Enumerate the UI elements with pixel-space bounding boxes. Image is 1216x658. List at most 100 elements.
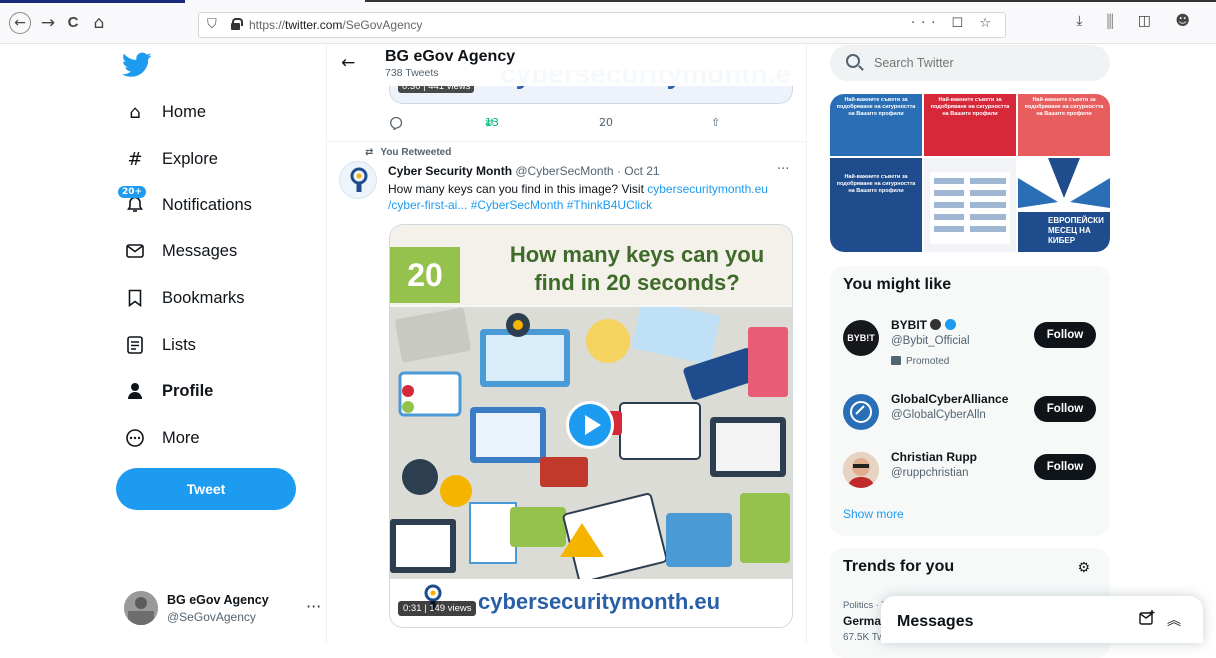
keyhole-logo-icon bbox=[350, 167, 368, 192]
sidebar-item-label: Profile bbox=[162, 381, 214, 400]
sidebar-item-profile[interactable]: Profile bbox=[124, 374, 213, 408]
search-icon bbox=[846, 54, 860, 68]
infographic-image bbox=[930, 172, 1010, 244]
url-text[interactable]: https://twitter.com/SeGovAgency bbox=[249, 18, 422, 32]
person-shape-icon bbox=[128, 383, 142, 399]
sidebar-item-notifications[interactable]: 20+ Notifications bbox=[118, 186, 252, 222]
tweet-author[interactable]: Cyber Security Month bbox=[388, 164, 512, 178]
sidebar-item-explore[interactable]: # Explore bbox=[124, 142, 218, 176]
video-brand: cybersecuritymonth.eu bbox=[478, 589, 721, 614]
promoted-label: Promoted bbox=[891, 356, 949, 367]
follow-suggestion[interactable]: Christian Rupp @ruppchristian Follow bbox=[843, 448, 1098, 500]
sidebar-item-label: Messages bbox=[162, 241, 238, 260]
page-actions-icon[interactable]: ··· ☐ ☆ bbox=[911, 16, 997, 31]
gear-icon[interactable]: ⚙ bbox=[1077, 560, 1090, 576]
shield-icon[interactable]: ⛉ bbox=[207, 17, 217, 32]
address-bar[interactable]: ⛉ https://twitter.com/SeGovAgency ··· ☐ … bbox=[198, 12, 1006, 38]
retweet-label: ⇄ You Retweeted bbox=[365, 147, 452, 158]
video-banner: 20 How many keys can you find in 20 seco… bbox=[390, 225, 792, 305]
user-name: GlobalCyberAlliance bbox=[891, 392, 1009, 406]
gallery-thumb[interactable]: Най-важните съвети за подобряване на сиг… bbox=[830, 94, 922, 156]
follow-button[interactable]: Follow bbox=[1034, 396, 1096, 422]
tweet-handle[interactable]: @CyberSecMonth · Oct 21 bbox=[515, 164, 659, 178]
account-name: BG eGov Agency bbox=[167, 593, 269, 607]
new-message-icon[interactable] bbox=[1139, 610, 1155, 630]
user-handle: @GlobalCyberAlln bbox=[891, 409, 986, 421]
who-to-follow: You might like BYB!T BYBIT @Bybit_Offici… bbox=[830, 266, 1110, 536]
messages-drawer[interactable]: Messages ︽ bbox=[881, 596, 1203, 643]
sidebar-item-home[interactable]: ⌂ Home bbox=[124, 95, 206, 129]
retweet-count: 13 bbox=[485, 116, 499, 129]
forward-icon[interactable]: → bbox=[37, 13, 59, 33]
gallery-thumb[interactable]: Най-важните съвети за подобряване на сиг… bbox=[830, 158, 922, 252]
follow-button[interactable]: Follow bbox=[1034, 454, 1096, 480]
follow-suggestion[interactable]: BYB!T BYBIT @Bybit_Official Promoted Fol… bbox=[843, 316, 1098, 368]
tab-indicator bbox=[365, 0, 1216, 2]
lock-icon[interactable] bbox=[231, 18, 243, 30]
sidebar-item-bookmarks[interactable]: Bookmarks bbox=[124, 281, 245, 315]
sidebar-item-label: Lists bbox=[162, 335, 196, 354]
sidebar: ⌂ Home # Explore 20+ Notifications Messages… bbox=[110, 44, 321, 643]
back-icon[interactable]: ← bbox=[9, 12, 31, 34]
home-icon: ⌂ bbox=[129, 101, 141, 123]
divider bbox=[327, 141, 806, 142]
section-title: You might like bbox=[843, 276, 952, 293]
timeline: ← BG eGov Agency 738 Tweets cybersecurit… bbox=[326, 44, 807, 643]
bell-icon: 20+ bbox=[118, 186, 147, 216]
sidebar-item-messages[interactable]: Messages bbox=[124, 234, 237, 268]
follow-suggestion[interactable]: GlobalCyberAlliance @GlobalCyberAlln Fol… bbox=[843, 390, 1098, 442]
sidebar-item-label: Notifications bbox=[162, 195, 252, 214]
gallery-thumb[interactable]: Най-важните съвети за подобряване на сиг… bbox=[924, 94, 1016, 156]
bell-shape-icon bbox=[126, 196, 144, 212]
account-more-icon[interactable]: ··· bbox=[306, 597, 321, 616]
tweet-text: How many keys can you find in this image… bbox=[388, 182, 768, 212]
chevron-up-icon[interactable]: ︽ bbox=[1167, 610, 1181, 630]
avatar bbox=[124, 591, 158, 625]
envelope-icon bbox=[124, 240, 146, 262]
tweet-more-icon[interactable]: ··· bbox=[777, 162, 789, 177]
trend-name[interactable]: Germai bbox=[843, 614, 884, 628]
poster-text: ЕВРОПЕЙСКИ МЕСЕЦ НА КИБЕР bbox=[1048, 216, 1104, 245]
avatar[interactable] bbox=[339, 161, 377, 199]
search-box[interactable] bbox=[830, 45, 1110, 81]
user-handle: @Bybit_Official bbox=[891, 335, 970, 347]
sidebar-item-label: More bbox=[162, 428, 200, 447]
tweet-video[interactable]: 20 How many keys can you find in 20 seco… bbox=[389, 224, 793, 628]
show-more-link[interactable]: Show more bbox=[843, 507, 904, 521]
person-icon bbox=[124, 380, 146, 402]
gallery-thumb[interactable] bbox=[924, 158, 1016, 252]
reload-icon[interactable]: C bbox=[62, 13, 84, 33]
gallery-thumb[interactable]: ЕВРОПЕЙСКИ МЕСЕЦ НА КИБЕР bbox=[1018, 158, 1110, 252]
section-title: Trends for you bbox=[843, 558, 955, 575]
notification-badge: 20+ bbox=[118, 186, 147, 198]
user-handle: @ruppchristian bbox=[891, 467, 969, 479]
right-sidebar: Най-важните съвети за подобряване на сиг… bbox=[830, 44, 1110, 658]
share-icon[interactable]: ⇧ bbox=[711, 116, 720, 129]
home-icon[interactable]: ⌂ bbox=[88, 13, 110, 33]
tweet-hashtags[interactable]: #CyberSecMonth #ThinkB4UClick bbox=[471, 198, 652, 212]
tweet-button[interactable]: Tweet bbox=[116, 468, 296, 510]
play-button[interactable] bbox=[566, 401, 614, 449]
media-gallery[interactable]: Най-важните съвети за подобряване на сиг… bbox=[830, 94, 1110, 252]
user-name: BYBIT bbox=[891, 318, 956, 332]
gca-logo-icon bbox=[850, 401, 872, 423]
back-arrow-icon[interactable]: ← bbox=[341, 53, 355, 73]
reply-icon[interactable] bbox=[389, 116, 403, 133]
bookmark-shape-icon bbox=[128, 289, 142, 307]
avatar-image bbox=[124, 591, 158, 625]
video-footer: cybersecuritymonth.eu 0:31 | 149 views bbox=[390, 579, 792, 627]
account-switcher[interactable]: BG eGov Agency @SeGovAgency ··· bbox=[124, 589, 321, 633]
twitter-logo-icon[interactable] bbox=[122, 52, 152, 78]
envelope-shape-icon bbox=[126, 244, 144, 258]
like-count: 20 bbox=[599, 116, 613, 129]
follow-button[interactable]: Follow bbox=[1034, 322, 1096, 348]
avatar bbox=[843, 394, 879, 430]
sidebar-item-more[interactable]: More bbox=[124, 421, 200, 455]
sidebar-item-lists[interactable]: Lists bbox=[124, 328, 196, 362]
list-shape-icon bbox=[127, 336, 143, 354]
video-question: How many keys can you find in 20 seconds… bbox=[509, 242, 765, 295]
browser-tools-icon[interactable]: ⤓ ⫼ ◫ ☻ bbox=[1076, 13, 1200, 29]
gallery-thumb[interactable]: Най-важните съвети за подобряване на сиг… bbox=[1018, 94, 1110, 156]
tweet-count: 738 Tweets bbox=[385, 67, 439, 79]
search-input[interactable] bbox=[874, 53, 1094, 73]
